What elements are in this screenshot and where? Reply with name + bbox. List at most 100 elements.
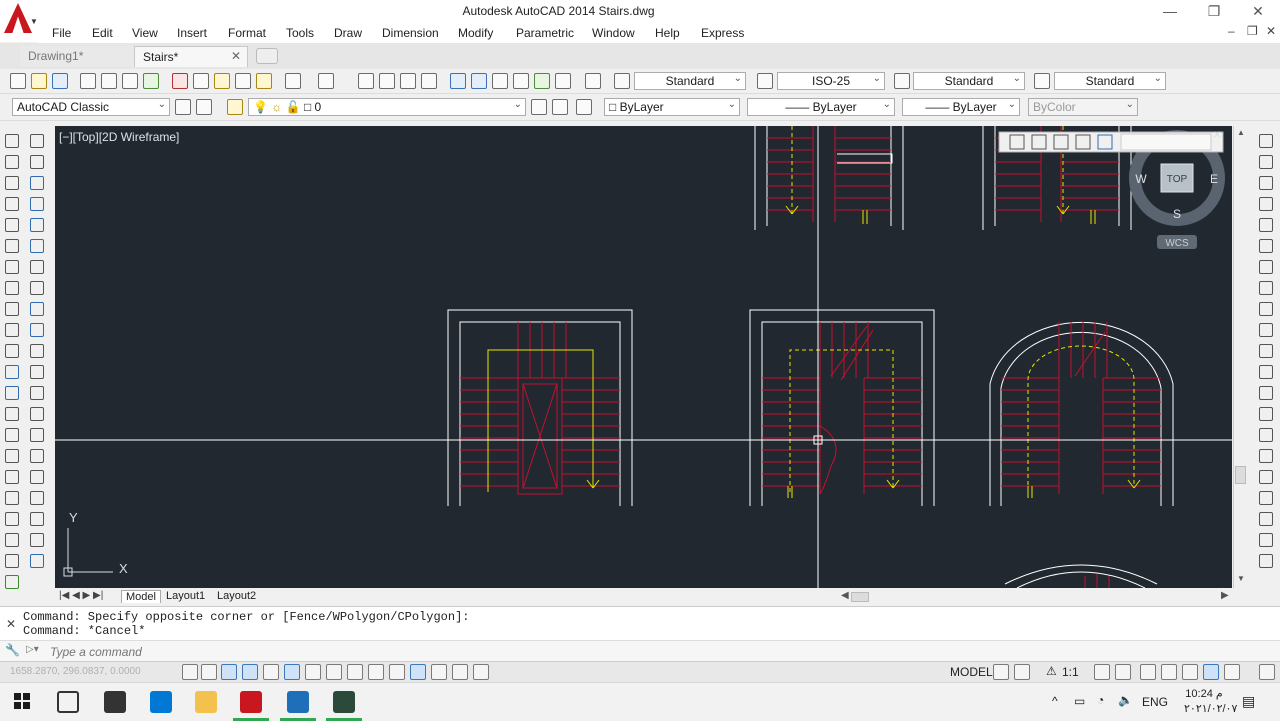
layout-nav-icons[interactable]: |◀ ◀ ▶ ▶|: [59, 590, 103, 601]
wipeout-icon[interactable]: [5, 491, 19, 505]
menu-format[interactable]: Format: [228, 26, 266, 40]
selection-cycling-icon[interactable]: [452, 664, 468, 680]
status-menu-icon[interactable]: [1224, 664, 1240, 680]
make-block-icon[interactable]: [5, 386, 19, 400]
chamfer-icon[interactable]: [30, 428, 44, 442]
paste-icon[interactable]: [214, 73, 230, 89]
mdi-restore-button[interactable]: ❐: [1247, 24, 1258, 38]
quick-view-drawings-icon[interactable]: [1014, 664, 1030, 680]
3d-object-snap-icon[interactable]: [305, 664, 321, 680]
lengthen-icon[interactable]: [30, 512, 44, 526]
snap-m2p-icon[interactable]: [1259, 512, 1273, 526]
close-toolbar-icon[interactable]: ✕: [1213, 130, 1221, 141]
viewcube[interactable]: TOP W E S WCS: [1129, 130, 1225, 249]
add-selected-icon[interactable]: [5, 575, 19, 589]
minimize-button[interactable]: —: [1148, 0, 1192, 23]
insert-block-icon[interactable]: [5, 365, 19, 379]
isolate-objects-icon[interactable]: [1203, 664, 1219, 680]
qnew-icon[interactable]: [10, 73, 26, 89]
media-app-icon[interactable]: [333, 691, 355, 713]
menu-edit[interactable]: Edit: [92, 26, 113, 40]
3d-print-icon[interactable]: [143, 73, 159, 89]
properties-icon[interactable]: [450, 73, 466, 89]
annotation-visibility-icon[interactable]: [1094, 664, 1110, 680]
osnap-settings-icon[interactable]: [1259, 470, 1273, 484]
input-language[interactable]: ENG: [1142, 695, 1168, 709]
markup-icon[interactable]: [534, 73, 550, 89]
menu-tools[interactable]: Tools: [286, 26, 314, 40]
snap-perpendicular-icon[interactable]: [1259, 344, 1273, 358]
blend-curves-icon[interactable]: [30, 470, 44, 484]
vertical-scrollbar[interactable]: ▲ ▼: [1233, 126, 1247, 588]
rectangle-icon[interactable]: [5, 218, 19, 232]
color-dropdown[interactable]: □ ByLayer ⌄: [604, 98, 740, 116]
circle-icon[interactable]: [5, 260, 19, 274]
show-hidden-icons-icon[interactable]: ^: [1052, 694, 1058, 708]
dim-style-dropdown[interactable]: ISO-25 ⌄: [777, 72, 885, 90]
transparency-icon[interactable]: [410, 664, 426, 680]
hardware-acceleration-icon[interactable]: [1182, 664, 1198, 680]
snap-none-icon[interactable]: [1259, 449, 1273, 463]
lineweight-icon[interactable]: [389, 664, 405, 680]
drawing-canvas[interactable]: X Y TOP W E S WCS: [55, 126, 1232, 588]
fillet-icon[interactable]: [30, 449, 44, 463]
menu-modify[interactable]: Modify: [458, 26, 493, 40]
linetype-dropdown[interactable]: —— ByLayer ⌄: [747, 98, 895, 116]
photos-icon[interactable]: [287, 691, 309, 713]
undo-icon[interactable]: [285, 73, 301, 89]
hatch-icon[interactable]: [5, 428, 19, 442]
match-properties-icon[interactable]: [256, 73, 272, 89]
extend-icon[interactable]: [30, 365, 44, 379]
menu-draw[interactable]: Draw: [334, 26, 362, 40]
polygon-icon[interactable]: [5, 197, 19, 211]
store-icon[interactable]: [104, 691, 126, 713]
horizontal-scroll-thumb[interactable]: [851, 592, 869, 602]
clean-screen-icon[interactable]: [1259, 664, 1275, 680]
region-icon[interactable]: [5, 470, 19, 484]
move-icon[interactable]: [30, 260, 44, 274]
notifications-icon[interactable]: ▤: [1242, 693, 1255, 710]
gear-icon[interactable]: [175, 99, 191, 115]
ortho-mode-icon[interactable]: [242, 664, 258, 680]
text-style-dropdown[interactable]: Standard ⌄: [634, 72, 746, 90]
line-icon[interactable]: [5, 134, 19, 148]
ucs-menu-label[interactable]: WCS: [1165, 238, 1189, 249]
layout-tab-layout2[interactable]: Layout2: [217, 590, 256, 602]
copy-object-icon[interactable]: [30, 176, 44, 190]
mirror-icon[interactable]: [30, 197, 44, 211]
file-explorer-icon[interactable]: [195, 691, 217, 713]
pan-icon[interactable]: [358, 73, 374, 89]
layout-tab-model[interactable]: Model: [121, 590, 161, 603]
application-menu-button[interactable]: ▼: [0, 0, 38, 42]
scroll-up-icon[interactable]: ▲: [1237, 128, 1245, 137]
help-icon[interactable]: [585, 73, 601, 89]
dynamic-input-icon[interactable]: [368, 664, 384, 680]
multileader-style-dropdown[interactable]: Standard ⌄: [1054, 72, 1166, 90]
windows-start-icon[interactable]: [14, 693, 30, 709]
object-snap-tracking-icon[interactable]: [326, 664, 342, 680]
edit-polyline-icon[interactable]: [30, 554, 44, 568]
quick-view-layouts-icon[interactable]: [993, 664, 1009, 680]
redo-icon[interactable]: [318, 73, 334, 89]
viewcube-east-label[interactable]: E: [1210, 172, 1218, 186]
scroll-right-icon[interactable]: ▶: [1221, 590, 1229, 601]
coordinate-readout[interactable]: 1658.2870, 296.0837, 0.0000: [10, 666, 141, 677]
workspace-dropdown[interactable]: AutoCAD Classic ⌄: [12, 98, 170, 116]
menu-parametric[interactable]: Parametric: [516, 26, 574, 40]
design-center-icon[interactable]: [471, 73, 487, 89]
mdi-minimize-button[interactable]: –: [1228, 24, 1235, 38]
construction-line-icon[interactable]: [5, 155, 19, 169]
explode-icon[interactable]: [30, 491, 44, 505]
wifi-icon[interactable]: ◔: [1097, 693, 1104, 707]
toolbar-dropdown[interactable]: [1120, 133, 1212, 151]
workspace-settings-icon[interactable]: [196, 99, 212, 115]
layer-dropdown[interactable]: 💡 ☼ 🔓 □ 0 ⌄: [248, 98, 526, 116]
polyline-icon[interactable]: [5, 176, 19, 190]
plot-preview-icon[interactable]: [101, 73, 117, 89]
cut-icon[interactable]: [172, 73, 188, 89]
snap-node-icon[interactable]: [1259, 407, 1273, 421]
snap-insert-icon[interactable]: [1259, 386, 1273, 400]
array-icon[interactable]: [30, 239, 44, 253]
plot-icon[interactable]: [80, 73, 96, 89]
menu-file[interactable]: File: [52, 26, 71, 40]
